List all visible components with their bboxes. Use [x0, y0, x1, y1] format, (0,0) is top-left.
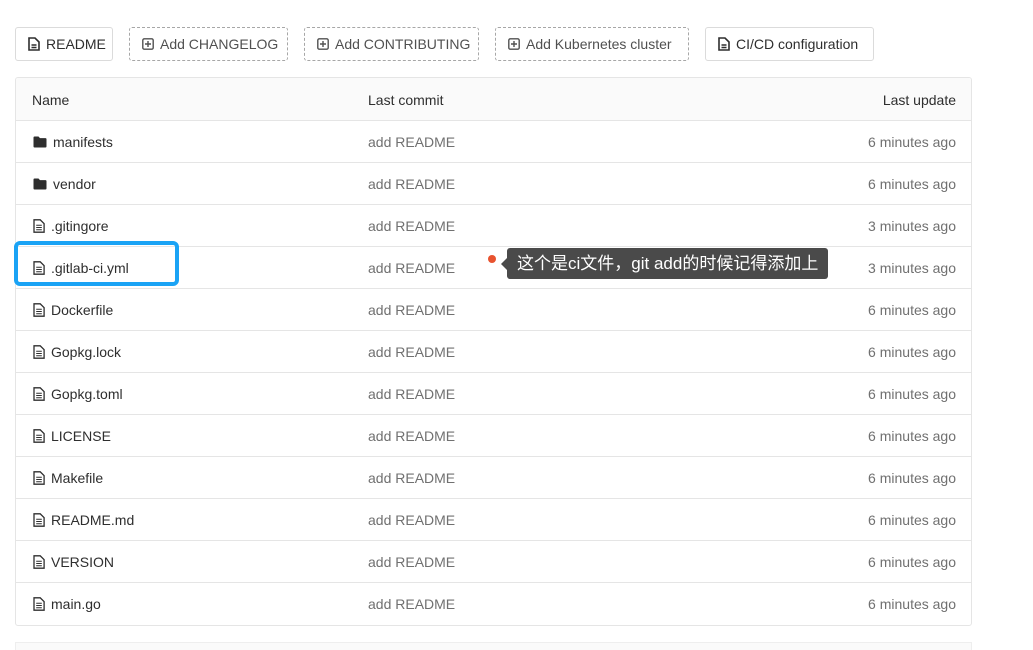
add-changelog-button[interactable]: Add CHANGELOG: [129, 27, 288, 61]
last-update-time: 6 minutes ago: [868, 302, 956, 318]
add-contributing-button[interactable]: Add CONTRIBUTING: [304, 27, 479, 61]
ci-cd-configuration-button[interactable]: CI/CD configuration: [705, 27, 874, 61]
file-icon: [33, 554, 45, 569]
last-commit-link[interactable]: add README: [368, 596, 455, 612]
file-name: .gitingore: [51, 217, 109, 234]
file-name-link[interactable]: Dockerfile: [33, 289, 113, 330]
add-contributing-label: Add CONTRIBUTING: [335, 36, 471, 52]
table-row[interactable]: main.go add README 6 minutes ago: [16, 583, 971, 625]
last-commit-link[interactable]: add README: [368, 134, 455, 150]
file-icon: [33, 596, 45, 611]
next-panel-edge: [15, 642, 972, 650]
file-icon: [33, 344, 45, 359]
file-name: Dockerfile: [51, 301, 114, 318]
name-column-header: Name: [32, 92, 70, 108]
file-name-link[interactable]: Gopkg.toml: [33, 373, 123, 414]
last-commit-link[interactable]: add README: [368, 260, 455, 276]
plus-square-icon: [508, 38, 520, 50]
table-row[interactable]: manifests add README 6 minutes ago: [16, 121, 971, 163]
file-icon: [33, 218, 45, 233]
file-name: LICENSE: [51, 427, 111, 444]
last-update-time: 3 minutes ago: [868, 218, 956, 234]
last-commit-link[interactable]: add README: [368, 470, 455, 486]
add-kubernetes-cluster-button[interactable]: Add Kubernetes cluster: [495, 27, 689, 61]
last-commit-link[interactable]: add README: [368, 428, 455, 444]
readme-button[interactable]: README: [15, 27, 113, 61]
file-name: Gopkg.lock: [51, 343, 122, 360]
file-icon: [33, 512, 45, 527]
annotation-tooltip: 这个是ci文件，git add的时候记得添加上: [500, 248, 829, 279]
file-name: main.go: [51, 595, 101, 612]
file-name-link[interactable]: main.go: [33, 583, 101, 624]
file-icon: [33, 302, 45, 317]
last-update-column-header: Last update: [882, 92, 956, 108]
file-name: vendor: [53, 175, 96, 192]
last-commit-column-header: Last commit: [368, 92, 444, 108]
last-commit-link[interactable]: add README: [368, 302, 455, 318]
file-name-link[interactable]: vendor: [33, 163, 96, 204]
last-update-time: 6 minutes ago: [868, 596, 956, 612]
file-name-link[interactable]: Makefile: [33, 457, 103, 498]
table-header: Name Last commit Last update: [16, 78, 971, 121]
folder-icon: [33, 136, 47, 147]
last-update-time: 6 minutes ago: [868, 470, 956, 486]
table-row[interactable]: Dockerfile add README 6 minutes ago: [16, 289, 971, 331]
file-icon: [33, 428, 45, 443]
last-commit-link[interactable]: add README: [368, 176, 455, 192]
file-name: README.md: [51, 511, 135, 528]
table-row[interactable]: Makefile add README 6 minutes ago: [16, 457, 971, 499]
last-update-time: 6 minutes ago: [868, 176, 956, 192]
table-body: manifests add README 6 minutes ago vendor ad…: [16, 121, 971, 625]
last-update-time: 6 minutes ago: [868, 386, 956, 402]
file-name-link[interactable]: Gopkg.lock: [33, 331, 121, 372]
file-name-link[interactable]: .gitingore: [33, 205, 109, 246]
table-row[interactable]: vendor add README 6 minutes ago: [16, 163, 971, 205]
file-name-link[interactable]: LICENSE: [33, 415, 111, 456]
file-name: Gopkg.toml: [51, 385, 123, 402]
annotation-highlight-box: [14, 241, 179, 286]
last-update-time: 6 minutes ago: [868, 134, 956, 150]
table-row[interactable]: LICENSE add README 6 minutes ago: [16, 415, 971, 457]
table-row[interactable]: README.md add README 6 minutes ago: [16, 499, 971, 541]
last-commit-link[interactable]: add README: [368, 512, 455, 528]
table-row[interactable]: Gopkg.toml add README 6 minutes ago: [16, 373, 971, 415]
last-update-time: 6 minutes ago: [868, 512, 956, 528]
table-row[interactable]: Gopkg.lock add README 6 minutes ago: [16, 331, 971, 373]
file-name-link[interactable]: VERSION: [33, 541, 114, 582]
plus-square-icon: [317, 38, 329, 50]
file-name: VERSION: [51, 553, 115, 570]
last-commit-link[interactable]: add README: [368, 344, 455, 360]
add-changelog-label: Add CHANGELOG: [160, 36, 279, 52]
file-name-link[interactable]: manifests: [33, 121, 113, 162]
last-update-time: 6 minutes ago: [868, 554, 956, 570]
folder-icon: [33, 178, 47, 189]
annotation-marker-dot: [488, 255, 496, 263]
last-commit-link[interactable]: add README: [368, 554, 455, 570]
plus-square-icon: [142, 38, 154, 50]
file-icon: [33, 386, 45, 401]
file-icon: [33, 470, 45, 485]
file-icon: [718, 37, 730, 51]
file-name: Makefile: [51, 469, 104, 486]
file-name: manifests: [53, 133, 113, 150]
file-name-link[interactable]: README.md: [33, 499, 134, 540]
last-commit-link[interactable]: add README: [368, 218, 455, 234]
last-update-time: 6 minutes ago: [868, 428, 956, 444]
readme-button-label: README: [46, 36, 106, 52]
last-commit-link[interactable]: add README: [368, 386, 455, 402]
last-update-time: 6 minutes ago: [868, 344, 956, 360]
add-kubernetes-cluster-label: Add Kubernetes cluster: [526, 36, 672, 52]
last-update-time: 3 minutes ago: [868, 260, 956, 276]
ci-cd-configuration-label: CI/CD configuration: [736, 36, 859, 52]
file-icon: [28, 37, 40, 51]
file-tree-table: Name Last commit Last update manifests ad…: [15, 77, 972, 626]
table-row[interactable]: VERSION add README 6 minutes ago: [16, 541, 971, 583]
